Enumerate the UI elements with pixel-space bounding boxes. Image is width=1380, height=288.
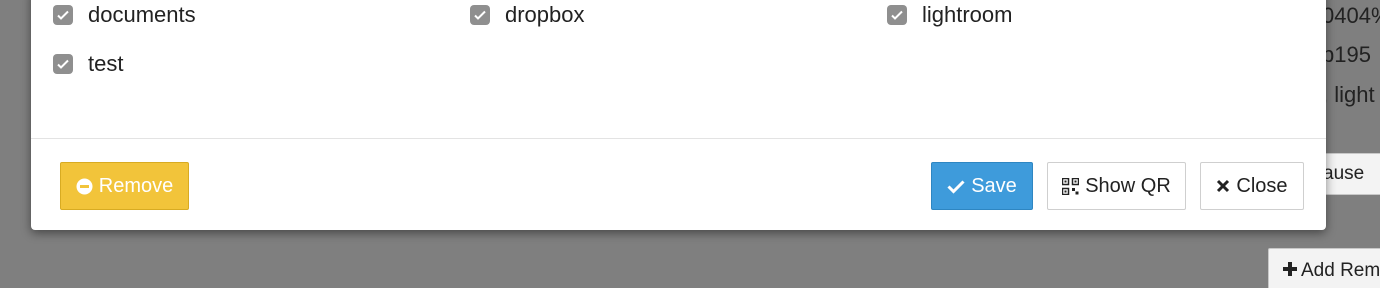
checkmark-icon	[57, 59, 69, 69]
folder-row: documents dropbox lightroom	[53, 2, 1304, 28]
background-text-3: , light	[1322, 82, 1375, 107]
minus-circle-icon	[76, 178, 93, 195]
folder-checkbox[interactable]	[887, 5, 907, 25]
close-icon	[1216, 179, 1230, 193]
save-button[interactable]: Save	[931, 162, 1033, 210]
folder-item-lightroom[interactable]: lightroom	[887, 2, 1304, 28]
close-button[interactable]: Close	[1200, 162, 1304, 210]
folder-share-modal: documents dropbox lightroom test Remove …	[31, 0, 1326, 230]
folder-label: test	[88, 51, 124, 76]
show-qr-button-label: Show QR	[1085, 174, 1171, 197]
folder-checkbox[interactable]	[53, 54, 73, 74]
folder-item-documents[interactable]: documents	[53, 2, 470, 28]
folder-label: dropbox	[505, 2, 585, 27]
checkmark-icon	[891, 10, 903, 20]
background-add-label: Add Rem	[1301, 260, 1380, 281]
background-pause-label: ause	[1323, 163, 1365, 184]
modal-footer: Remove Save Show QR Close	[31, 139, 1326, 230]
check-icon	[947, 178, 965, 194]
plus-icon	[1283, 260, 1297, 282]
folder-item-test[interactable]: test	[53, 51, 485, 77]
folder-label: documents	[88, 2, 196, 27]
modal-body: documents dropbox lightroom test	[31, 0, 1326, 138]
folder-label: lightroom	[922, 2, 1013, 27]
remove-button-label: Remove	[98, 174, 174, 197]
checkmark-icon	[474, 10, 486, 20]
folder-checkbox[interactable]	[53, 5, 73, 25]
background-add-button[interactable]: Add Rem	[1268, 248, 1380, 288]
folder-item-dropbox[interactable]: dropbox	[470, 2, 887, 28]
folder-checkbox[interactable]	[470, 5, 490, 25]
folder-row: test	[53, 51, 1304, 77]
qr-code-icon	[1062, 177, 1080, 195]
remove-button[interactable]: Remove	[60, 162, 189, 210]
background-text-2: b195	[1322, 42, 1371, 67]
background-text-1: 0404%	[1322, 3, 1380, 28]
checkmark-icon	[57, 10, 69, 20]
close-button-label: Close	[1236, 174, 1288, 197]
show-qr-button[interactable]: Show QR	[1047, 162, 1186, 210]
save-button-label: Save	[971, 174, 1017, 197]
